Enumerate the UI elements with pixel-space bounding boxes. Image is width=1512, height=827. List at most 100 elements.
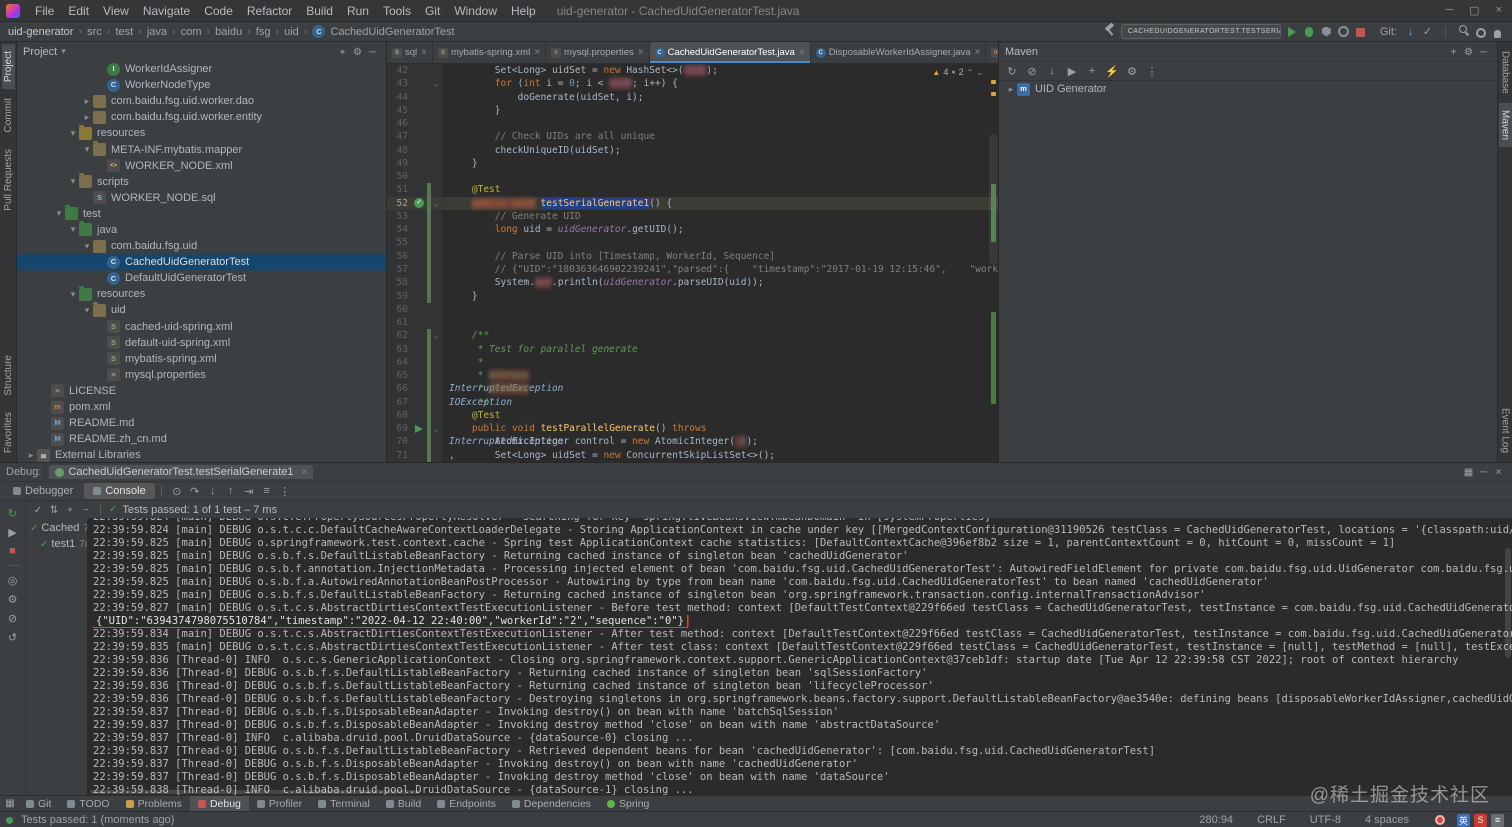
menu-build[interactable]: Build (299, 4, 340, 18)
settings-icon[interactable]: ⚙ (350, 47, 365, 58)
refresh-icon[interactable]: ↻ (1003, 63, 1021, 79)
menu-view[interactable]: View (96, 4, 136, 18)
toolwindow-button-profiler[interactable]: Profiler (249, 796, 310, 811)
project-tree-item[interactable]: ▸ ≣ External Libraries (17, 447, 386, 462)
tree-chevron-icon[interactable]: ▸ (81, 96, 93, 107)
breadcrumb-item[interactable]: uid (282, 26, 301, 38)
code-line[interactable]: 61 (387, 316, 998, 330)
toolwindow-button-project[interactable]: Project (1, 44, 15, 90)
code-line[interactable]: 56 // Parse UID into [Timestamp, WorkerI… (387, 249, 998, 263)
breadcrumb-item[interactable]: src (85, 26, 104, 38)
line-separator[interactable]: CRLF (1257, 814, 1286, 826)
project-tree-item[interactable]: C DefaultUidGeneratorTest (17, 270, 386, 286)
project-tree-item[interactable]: M README.zh_cn.md (17, 431, 386, 447)
debug-icon[interactable] (1301, 24, 1318, 40)
project-tree-item[interactable]: ▾ test (17, 205, 386, 222)
tree-chevron-icon[interactable]: ▾ (81, 305, 93, 316)
console[interactable]: 22:39:59.824 [main] DEBUG o.s.c.e.Proper… (88, 518, 1512, 795)
ime-badge[interactable]: S (1474, 813, 1487, 827)
project-tree-item[interactable]: ▸ com.baidu.fsg.uid.worker.entity (17, 109, 386, 125)
code-line[interactable]: 54 long uid = uidGenerator.getUID(); (387, 223, 998, 237)
project-tree-item[interactable]: M README.md (17, 415, 386, 431)
rerun-icon[interactable]: ↻ (4, 505, 22, 521)
project-tree-item[interactable]: ▾ uid (17, 301, 386, 318)
editor-tab[interactable]: C CachedUidGeneratorTest.java × (649, 42, 811, 63)
fold-marker[interactable]: ⌄ (431, 196, 442, 210)
editor-tab[interactable]: C DisposableWorkerIdAssigner.java × (811, 42, 987, 63)
code-line[interactable]: 62 ⌄ /** (387, 329, 998, 343)
toolwindow-button-dependencies[interactable]: Dependencies (504, 796, 599, 811)
tree-chevron-icon[interactable]: ▾ (67, 224, 79, 235)
evaluate-icon[interactable]: ≡ (258, 483, 276, 499)
debug-view-tab-console[interactable]: Console (84, 483, 155, 499)
execute-icon[interactable]: ⚡ (1103, 63, 1121, 79)
settings-icon[interactable]: ⚙ (4, 591, 22, 607)
menu-tools[interactable]: Tools (376, 4, 418, 18)
editor-tab[interactable]: ≡ mysql.properties × (546, 42, 650, 63)
settings-icon[interactable]: ⚙ (1123, 63, 1141, 79)
menu-window[interactable]: Window (447, 4, 504, 18)
tree-chevron-icon[interactable]: ▾ (67, 176, 79, 187)
code-line[interactable]: 67 */ (387, 395, 998, 409)
tree-chevron-icon[interactable]: ▸ (25, 450, 37, 461)
code-line[interactable]: 44 doGenerate(uidSet, i); (387, 90, 998, 104)
update-project-icon[interactable] (1402, 24, 1419, 40)
code-line[interactable]: 46 (387, 117, 998, 131)
project-tree-item[interactable]: ≡ LICENSE (17, 383, 386, 399)
mute-breakpoints-icon[interactable]: ⊘ (4, 610, 22, 626)
offline-icon[interactable]: ⊘ (1023, 63, 1041, 79)
status-message[interactable]: Tests passed: 1 (moments ago) (21, 814, 174, 826)
code-line[interactable]: 50 (387, 170, 998, 184)
next-issue-icon[interactable]: ⌄ (976, 68, 983, 77)
profiler-icon[interactable] (1335, 23, 1352, 39)
debug-session-tab[interactable]: CachedUidGeneratorTest.testSerialGenerat… (49, 465, 314, 479)
debug-view-tab-debugger[interactable]: Debugger (4, 483, 82, 499)
code-line[interactable]: 70 AtomicInteger control = new AtomicInt… (387, 435, 998, 449)
code-line[interactable]: 42 Set<Long> uidSet = new HashSet<>(SIZE… (387, 64, 998, 78)
breadcrumb-item[interactable]: fsg (254, 26, 273, 38)
sort-alphabetically-icon[interactable]: ⇅ (46, 505, 62, 516)
breadcrumb-item[interactable]: baidu (213, 26, 244, 38)
chevron-down-icon[interactable]: ▾ (61, 46, 66, 57)
code-line[interactable]: 48 checkUniqueID(uidSet); (387, 143, 998, 157)
step-over-icon[interactable]: ↷ (186, 483, 204, 499)
toolwindow-button-problems[interactable]: Problems (118, 796, 190, 811)
run-icon[interactable] (1284, 24, 1301, 40)
test-tree-item[interactable]: ✓Cached7 ms (26, 520, 87, 536)
close-tab-icon[interactable]: × (638, 47, 644, 58)
menu-refactor[interactable]: Refactor (240, 4, 299, 18)
breadcrumb-item[interactable]: java (145, 26, 169, 38)
history-icon[interactable]: ↺ (4, 629, 22, 645)
code-line[interactable]: 52 ✓ ⌄ public void testSerialGenerate1() { (387, 196, 998, 210)
breadcrumb-item[interactable]: uid-generator (6, 26, 75, 38)
code-line[interactable]: 59 } (387, 289, 998, 303)
toolwindow-button-debug[interactable]: Debug (189, 796, 249, 811)
caret-position[interactable]: 280:94 (1199, 814, 1233, 826)
toolwindow-button-favorites[interactable]: Favorites (2, 405, 15, 460)
project-tree-item[interactable]: ≡ mysql.properties (17, 367, 386, 383)
editor-tab[interactable]: mpom.xml (uid-generator)× (986, 42, 998, 63)
step-out-icon[interactable]: ↑ (222, 483, 240, 499)
toolwindow-button-git[interactable]: Git (18, 796, 59, 811)
test-tree-item[interactable]: ✓test17ms (26, 536, 87, 552)
code-line[interactable]: 71 Set<Long> uidSet = new ConcurrentSkip… (387, 448, 998, 462)
fold-marker[interactable]: ⌄ (431, 422, 442, 436)
project-tree-item[interactable]: Scached-uid-spring.xml (17, 319, 386, 335)
project-tree-item[interactable]: ▸ com.baidu.fsg.uid.worker.dao (17, 93, 386, 109)
breadcrumb-item[interactable]: C CachedUidGeneratorTest (310, 25, 456, 38)
run-to-cursor-icon[interactable]: ⇥ (240, 483, 258, 499)
code-line[interactable]: 57 // {"UID":"180363646902239241","parse… (387, 262, 998, 277)
menu-code[interactable]: Code (197, 4, 240, 18)
breadcrumb-item[interactable]: com (179, 26, 204, 38)
toolwindow-button-terminal[interactable]: Terminal (310, 796, 378, 811)
close-tab-icon[interactable]: × (534, 47, 540, 58)
stop-icon[interactable] (1352, 24, 1369, 40)
resume-icon[interactable]: ▶ (4, 524, 22, 540)
project-tree-item[interactable]: ▾ resources (17, 124, 386, 141)
toolwindow-button-commit[interactable]: Commit (2, 91, 15, 139)
code-line[interactable]: 55 (387, 236, 998, 250)
toolwindow-button-database[interactable]: Database (1499, 44, 1512, 101)
close-icon[interactable]: × (1491, 467, 1506, 478)
menu-edit[interactable]: Edit (61, 4, 96, 18)
project-tree-item[interactable]: ▾ scripts (17, 173, 386, 190)
